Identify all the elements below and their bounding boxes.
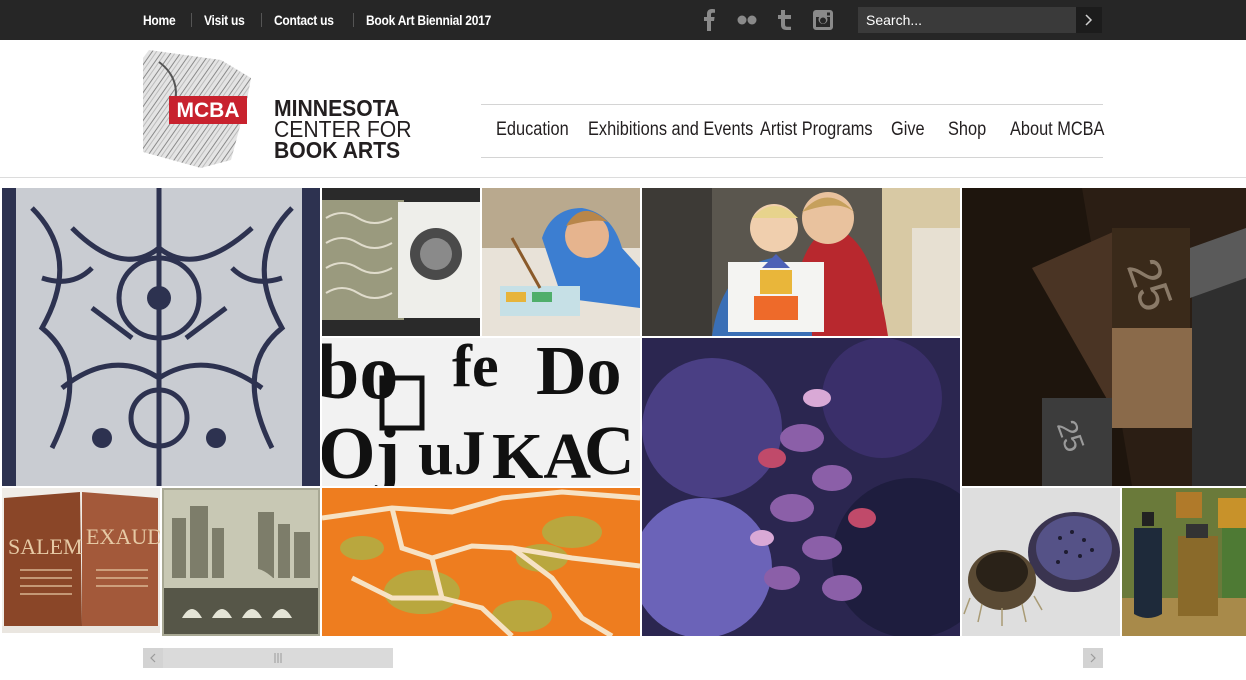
gallery-image-letterforms[interactable]: bo fe Do Oj uJ KA C bbox=[322, 338, 640, 486]
svg-text:uJ: uJ bbox=[418, 417, 486, 486]
chevron-right-icon bbox=[1085, 14, 1093, 26]
gallery-image-letterpress-type[interactable]: 25 25 bbox=[962, 188, 1246, 486]
gallery-image-city-bridge[interactable] bbox=[162, 488, 320, 636]
flickr-icon[interactable] bbox=[736, 8, 758, 32]
top-link-divider bbox=[353, 13, 355, 27]
nav-shop[interactable]: Shop bbox=[948, 119, 986, 141]
chevron-left-icon bbox=[150, 653, 156, 663]
site-header: MCBA MINNESOTA CENTER FOR BOOK ARTS Educ… bbox=[0, 40, 1246, 178]
top-link-contact-us[interactable]: Contact us bbox=[274, 12, 334, 28]
gallery-image-purple-collage[interactable] bbox=[642, 338, 960, 636]
grip-icon bbox=[274, 653, 282, 663]
main-nav: Education Exhibitions and Events Artist … bbox=[481, 104, 1104, 158]
search-submit-button[interactable] bbox=[1076, 7, 1102, 33]
svg-text:C: C bbox=[584, 413, 635, 486]
search-input[interactable] bbox=[858, 7, 1076, 33]
gallery-image-child-and-woman[interactable] bbox=[642, 188, 960, 336]
top-link-visit-us[interactable]: Visit us bbox=[204, 12, 245, 28]
gallery-image-ceramic-bowls[interactable] bbox=[962, 488, 1120, 636]
nav-education[interactable]: Education bbox=[496, 119, 569, 141]
search-box bbox=[858, 7, 1102, 33]
svg-text:fe: fe bbox=[452, 338, 499, 399]
top-links: Home Visit us Contact us Book Art Bienni… bbox=[143, 0, 512, 40]
top-link-divider bbox=[190, 13, 192, 27]
brand-wordmark[interactable]: MINNESOTA CENTER FOR BOOK ARTS bbox=[274, 97, 412, 163]
gallery-image-open-book[interactable]: SALEMEXAUDI bbox=[2, 488, 160, 633]
gallery-image-orange-map[interactable] bbox=[322, 488, 640, 636]
gallery-image-paper-cut[interactable] bbox=[2, 188, 320, 486]
svg-text:Oj: Oj bbox=[322, 413, 400, 486]
tumblr-icon[interactable] bbox=[775, 8, 795, 32]
nav-about-mcba[interactable]: About MCBA bbox=[1010, 119, 1104, 141]
nav-exhibitions-and-events[interactable]: Exhibitions and Events bbox=[588, 119, 753, 141]
svg-text:MCBA: MCBA bbox=[177, 99, 240, 122]
top-link-book-art-biennial[interactable]: Book Art Biennial 2017 bbox=[366, 12, 491, 28]
scroll-right-button[interactable] bbox=[1083, 648, 1103, 668]
scroll-thumb[interactable] bbox=[163, 648, 393, 668]
nav-artist-programs[interactable]: Artist Programs bbox=[760, 119, 873, 141]
facebook-icon[interactable] bbox=[700, 8, 718, 32]
gallery-image-child-painting[interactable] bbox=[482, 188, 640, 336]
svg-text:EXAUDI: EXAUDI bbox=[86, 524, 160, 549]
nav-give[interactable]: Give bbox=[891, 119, 925, 141]
svg-text:KA: KA bbox=[492, 420, 591, 486]
chevron-right-icon bbox=[1090, 653, 1096, 663]
gallery-image-ink-bottles[interactable] bbox=[1122, 488, 1246, 636]
svg-text:SALEM: SALEM bbox=[8, 534, 83, 559]
brand-line-3: BOOK ARTS bbox=[274, 137, 401, 163]
svg-text:Do: Do bbox=[536, 338, 622, 410]
gallery-image-marbled-book[interactable] bbox=[322, 188, 480, 336]
top-link-divider bbox=[260, 13, 262, 27]
gallery-scrollbar[interactable] bbox=[143, 648, 393, 668]
top-bar: Home Visit us Contact us Book Art Bienni… bbox=[0, 0, 1246, 40]
instagram-icon[interactable] bbox=[812, 8, 834, 32]
mcba-logo[interactable]: MCBA bbox=[143, 50, 251, 168]
scroll-left-button[interactable] bbox=[143, 648, 163, 668]
top-link-home[interactable]: Home bbox=[143, 12, 176, 28]
